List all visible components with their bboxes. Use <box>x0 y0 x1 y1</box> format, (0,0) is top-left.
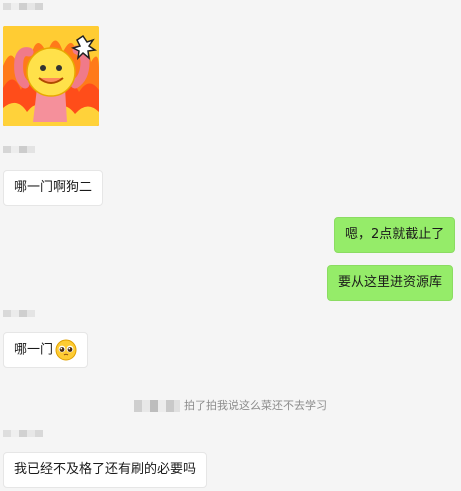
message-bubble-left[interactable]: 哪一门 <box>3 332 89 368</box>
flame-smiley-sticker-icon <box>3 26 99 126</box>
message-text: 嗯，2点就截止了 <box>345 227 445 242</box>
message-bubble-left[interactable]: 我已经不及格了还有刷的必要吗 <box>3 452 208 488</box>
message-bubble-left[interactable]: 哪一门啊狗二 <box>3 170 104 206</box>
message-text: 我已经不及格了还有刷的必要吗 <box>14 462 197 477</box>
pleading-face-emoji-icon <box>55 339 77 361</box>
message-bubble-right[interactable]: 要从这里进资源库 <box>327 265 454 301</box>
system-notice: 拍了拍我说这么菜还不去学习 <box>0 396 461 416</box>
sticker-image[interactable] <box>3 26 99 126</box>
pat-sender-mosaic <box>134 400 180 412</box>
message-bubble-right[interactable]: 嗯，2点就截止了 <box>334 217 456 253</box>
message-text: 哪一门啊狗二 <box>14 180 93 195</box>
chat-area: 哪一门啊狗二 嗯，2点就截止了 要从这里进资源库 哪一门 拍了拍我说这么菜还不去… <box>0 0 461 491</box>
message-text: 哪一门 <box>14 342 54 358</box>
message-text: 要从这里进资源库 <box>338 275 443 290</box>
sender-name-mosaic <box>3 310 35 324</box>
sender-name-mosaic <box>3 146 35 160</box>
sender-name-mosaic <box>3 430 43 444</box>
sender-name-mosaic <box>3 3 43 17</box>
pat-text: 拍了拍我说这么菜还不去学习 <box>184 399 327 412</box>
